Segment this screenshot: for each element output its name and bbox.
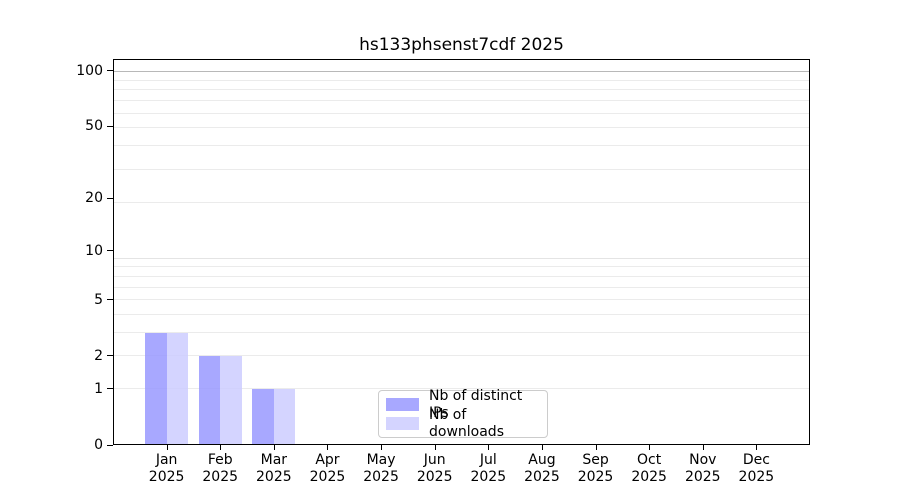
y-tick-label: 20 <box>85 190 103 207</box>
gridline <box>114 71 809 73</box>
y-tick-mark <box>107 125 113 127</box>
legend-swatch-nb-of-downloads <box>386 417 419 430</box>
legend-label: Nb of downloads <box>429 406 504 440</box>
gridline <box>114 266 809 268</box>
x-tick-mark <box>702 445 704 450</box>
gridline <box>114 89 809 91</box>
y-tick-label: 1 <box>94 380 103 397</box>
gridline <box>114 100 809 102</box>
x-tick-mark <box>434 445 436 450</box>
gridline <box>114 314 809 316</box>
y-tick-label: 100 <box>76 62 103 79</box>
bar <box>145 332 167 444</box>
bar <box>252 388 274 444</box>
bar <box>273 388 296 444</box>
y-tick-label: 10 <box>85 242 103 259</box>
gridline <box>114 257 809 259</box>
x-tick-mark <box>381 445 383 450</box>
y-tick-mark <box>107 197 113 199</box>
x-tick-mark <box>756 445 758 450</box>
x-tick-mark <box>166 445 168 450</box>
gridline <box>114 299 809 301</box>
legend-swatch-nb-of-distinct-ips <box>386 398 419 411</box>
gridline <box>114 168 809 170</box>
y-tick-label: 5 <box>94 291 103 308</box>
y-tick-label: 0 <box>94 437 103 453</box>
gridline <box>114 275 809 277</box>
legend-item: Nb of downloads <box>386 407 539 440</box>
x-tick-mark <box>541 445 543 450</box>
x-tick-mark <box>273 445 275 450</box>
x-tick-mark <box>488 445 490 450</box>
x-tick-mark <box>220 445 222 450</box>
gridline <box>114 112 809 114</box>
figure: hs133phsenst7cdf 2025 Nb of distinct IPs… <box>0 0 900 500</box>
bar <box>198 355 221 444</box>
y-tick-mark <box>107 299 113 301</box>
y-tick-mark <box>107 355 113 357</box>
bar <box>220 355 242 444</box>
gridline <box>114 145 809 147</box>
legend: Nb of distinct IPs Nb of downloads <box>378 388 548 440</box>
x-tick-mark <box>595 445 597 450</box>
x-tick-label: Dec 2025 <box>738 452 775 485</box>
gridline <box>114 332 809 334</box>
gridline <box>114 127 809 129</box>
y-tick-mark <box>107 70 113 72</box>
chart-title: hs133phsenst7cdf 2025 <box>359 35 564 55</box>
gridline <box>114 286 809 288</box>
gridline <box>114 79 809 81</box>
bar <box>166 332 189 444</box>
y-tick-mark <box>107 444 113 446</box>
x-tick-mark <box>649 445 651 450</box>
y-tick-mark <box>107 388 113 390</box>
y-tick-label: 50 <box>85 118 103 135</box>
y-tick-mark <box>107 250 113 252</box>
y-tick-label: 2 <box>94 347 103 364</box>
x-tick-mark <box>327 445 329 450</box>
gridline <box>114 201 809 203</box>
